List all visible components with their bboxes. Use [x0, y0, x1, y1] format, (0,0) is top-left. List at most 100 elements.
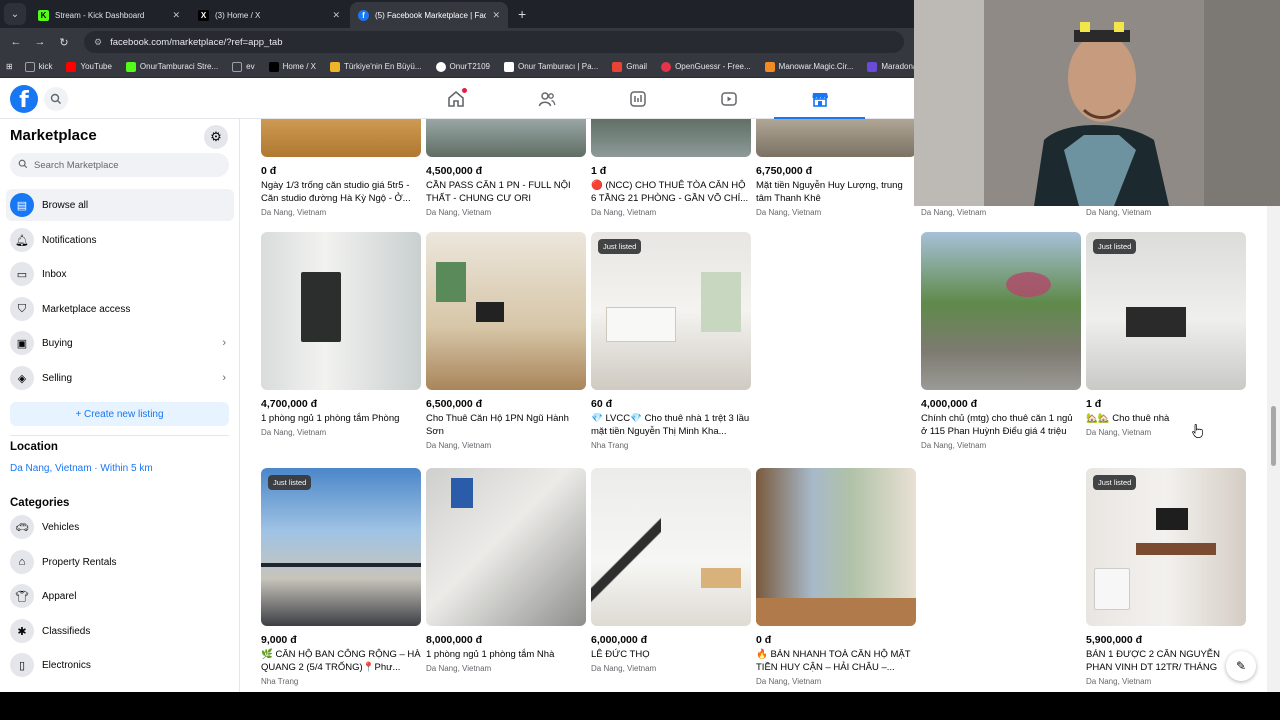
bookmark-label: Türkiye'nin En Büyü... — [343, 62, 422, 71]
listing-image[interactable] — [426, 468, 586, 626]
listing-image[interactable] — [591, 119, 751, 157]
bookmark-item[interactable]: Gmail — [612, 61, 648, 72]
listing-card[interactable]: Just listed 60 đ 💎 LVCC💎 Cho thuê nhà 1 … — [591, 232, 751, 450]
gmail-icon — [612, 61, 623, 72]
bookmark-item[interactable]: OnurTamburaci Stre... — [125, 61, 218, 72]
sidebar-item-marketplace-access[interactable]: ⛉ Marketplace access — [6, 293, 234, 325]
folder-icon — [232, 61, 243, 72]
notification-dot — [462, 88, 467, 93]
category-electronics[interactable]: ▯ Electronics — [6, 649, 234, 681]
listing-image[interactable] — [261, 232, 421, 390]
sidebar-item-buying[interactable]: ▣ Buying › — [6, 327, 234, 359]
sidebar-item-label: Buying — [42, 337, 73, 349]
bookmark-label: Gmail — [626, 62, 648, 71]
listing-location: Da Nang, Vietnam — [756, 208, 822, 217]
address-bar[interactable]: ⚙ facebook.com/marketplace/?ref=app_tab — [84, 31, 904, 53]
listing-card[interactable]: Just listed 5,900,000 đ BÁN 1 ĐƯỢC 2 CĂN… — [1086, 468, 1246, 686]
bookmark-item[interactable]: Onur Tamburacı | Pa... — [504, 61, 598, 72]
reload-icon[interactable]: ↻ — [52, 36, 76, 49]
listing-card[interactable]: 4,000,000 đ Chính chủ (mtg) cho thuê căn… — [921, 232, 1081, 450]
listing-card[interactable]: Just listed 1 đ 🏡🏡 Cho thuê nhà Da Nang,… — [1086, 232, 1246, 437]
bookmark-item[interactable]: OpenGuessr - Free... — [661, 61, 751, 72]
listing-image[interactable]: Just listed — [591, 232, 751, 390]
apps-icon[interactable]: ⊞ — [6, 62, 13, 71]
close-icon[interactable]: ✕ — [172, 10, 180, 21]
close-icon[interactable]: ✕ — [492, 10, 500, 21]
listing-image[interactable] — [756, 119, 916, 157]
bookmark-item[interactable]: OnurT2109 — [435, 61, 490, 72]
category-apparel[interactable]: 👕︎ Apparel — [6, 580, 234, 612]
bookmark-label: Home / X — [282, 62, 316, 71]
listing-image[interactable] — [756, 468, 916, 626]
house-icon: ⌂ — [10, 550, 34, 574]
listing-card[interactable]: 8,000,000 đ 1 phòng ngủ 1 phòng tắm Nhà … — [426, 468, 586, 673]
sidebar-item-browse-all[interactable]: ▤ Browse all — [6, 189, 234, 221]
listing-image[interactable] — [591, 468, 751, 626]
bookmark-item[interactable]: ev — [232, 61, 255, 72]
bookmark-item[interactable]: YouTube — [66, 61, 112, 72]
close-icon[interactable]: ✕ — [332, 10, 340, 21]
gear-icon[interactable]: ⚙ — [204, 125, 228, 149]
category-label: Classifieds — [42, 625, 91, 637]
sidebar-item-label: Marketplace access — [42, 303, 131, 315]
listing-image[interactable] — [261, 119, 421, 157]
listing-image[interactable]: Just listed — [1086, 468, 1246, 626]
category-vehicles[interactable]: 🚗︎ Vehicles — [6, 511, 234, 543]
sidebar-item-notifications[interactable]: 🔔︎ Notifications — [6, 224, 234, 256]
listing-title: LÊ ĐỨC THỌ — [591, 649, 650, 660]
tab-x[interactable]: X (3) Home / X ✕ — [190, 2, 348, 28]
listing-image[interactable] — [921, 232, 1081, 390]
bookmark-item[interactable]: Home / X — [268, 61, 316, 72]
listing-card[interactable]: 6,500,000 đ Cho Thuê Căn Hộ 1PN Ngũ Hành… — [426, 232, 586, 450]
new-tab-button[interactable]: + — [518, 6, 526, 22]
site-info-icon[interactable]: ⚙ — [94, 37, 102, 48]
nav-video[interactable] — [683, 79, 774, 119]
tab-kick[interactable]: K Stream - Kick Dashboard ✕ — [30, 2, 188, 28]
listing-price: 5,900,000 đ — [1086, 634, 1143, 646]
listing-card[interactable]: 4,500,000 đ CẦN PASS CĂN 1 PN - FULL NỘI… — [426, 119, 586, 217]
search-marketplace-input[interactable]: Search Marketplace — [10, 153, 229, 177]
back-icon[interactable]: ← — [4, 36, 28, 48]
nav-home[interactable] — [410, 79, 501, 119]
nav-feeds[interactable] — [592, 79, 683, 119]
listing-card[interactable]: 4,700,000 đ 1 phòng ngủ 1 phòng tắm Phòn… — [261, 232, 421, 437]
tab-search-icon[interactable]: ⌄ — [4, 3, 26, 25]
nav-marketplace[interactable] — [774, 79, 865, 120]
sidebar-item-selling[interactable]: ◈ Selling › — [6, 362, 234, 394]
listing-card[interactable]: 0 đ Ngày 1/3 trống căn studio giá 5tr5 -… — [261, 119, 421, 217]
sidebar-item-inbox[interactable]: ▭ Inbox — [6, 258, 234, 290]
bookmark-item[interactable]: Manowar.Magic.Cir... — [764, 61, 853, 72]
listing-card[interactable]: 6,000,000 đ LÊ ĐỨC THỌ Da Nang, Vietnam — [591, 468, 751, 673]
listing-card[interactable]: 6,750,000 đ Mặt tiền Nguyễn Huy Lượng, t… — [756, 119, 916, 217]
sidebar-item-label: Inbox — [42, 268, 67, 280]
tab-facebook-marketplace[interactable]: f (5) Facebook Marketplace | Fac ✕ — [350, 2, 508, 28]
listing-card[interactable]: 0 đ 🔥 BÁN NHANH TOÀ CĂN HỘ MẶT TIỀN HUY … — [756, 468, 916, 686]
compose-message-icon[interactable]: ✎ — [1226, 651, 1256, 681]
listing-image[interactable]: Just listed — [261, 468, 421, 626]
listing-price: 8,000,000 đ — [426, 634, 483, 646]
listing-card[interactable]: Just listed 9,000 đ 🌿 CĂN HỘ BAN CÔNG RỘ… — [261, 468, 421, 686]
scrollbar[interactable] — [1267, 206, 1280, 692]
location-filter-link[interactable]: Da Nang, Vietnam · Within 5 km — [10, 463, 153, 474]
facebook-logo-icon[interactable]: f — [10, 85, 38, 113]
listing-image[interactable] — [426, 232, 586, 390]
category-property-rentals[interactable]: ⌂ Property Rentals — [6, 546, 234, 578]
create-new-listing-button[interactable]: + Create new listing — [10, 402, 229, 426]
category-label: Apparel — [42, 590, 77, 602]
forward-icon[interactable]: → — [28, 36, 52, 48]
nav-friends[interactable] — [501, 79, 592, 119]
search-icon — [18, 159, 28, 171]
bag-icon: ▣ — [10, 331, 34, 355]
listing-image[interactable] — [426, 119, 586, 157]
scrollbar-thumb[interactable] — [1271, 406, 1276, 466]
listing-title: BÁN 1 ĐƯỢC 2 CĂN NGUYỄN PHAN VINH DT 12T… — [1086, 649, 1220, 673]
bookmark-item[interactable]: kick — [24, 61, 52, 72]
search-icon[interactable] — [44, 87, 68, 111]
listing-title: Chính chủ (mtg) cho thuê căn 1 ngủ ở 115… — [921, 413, 1073, 437]
listing-image[interactable]: Just listed — [1086, 232, 1246, 390]
listing-card[interactable]: 1 đ 🔴 (NCC) CHO THUÊ TÒA CĂN HỘ 6 TẦNG 2… — [591, 119, 751, 217]
listing-title: 🔥 BÁN NHANH TOÀ CĂN HỘ MẶT TIỀN HUY CẬN … — [756, 649, 911, 673]
category-classifieds[interactable]: ✱ Classifieds — [6, 615, 234, 647]
folder-icon — [24, 61, 35, 72]
bookmark-item[interactable]: Türkiye'nin En Büyü... — [329, 61, 422, 72]
